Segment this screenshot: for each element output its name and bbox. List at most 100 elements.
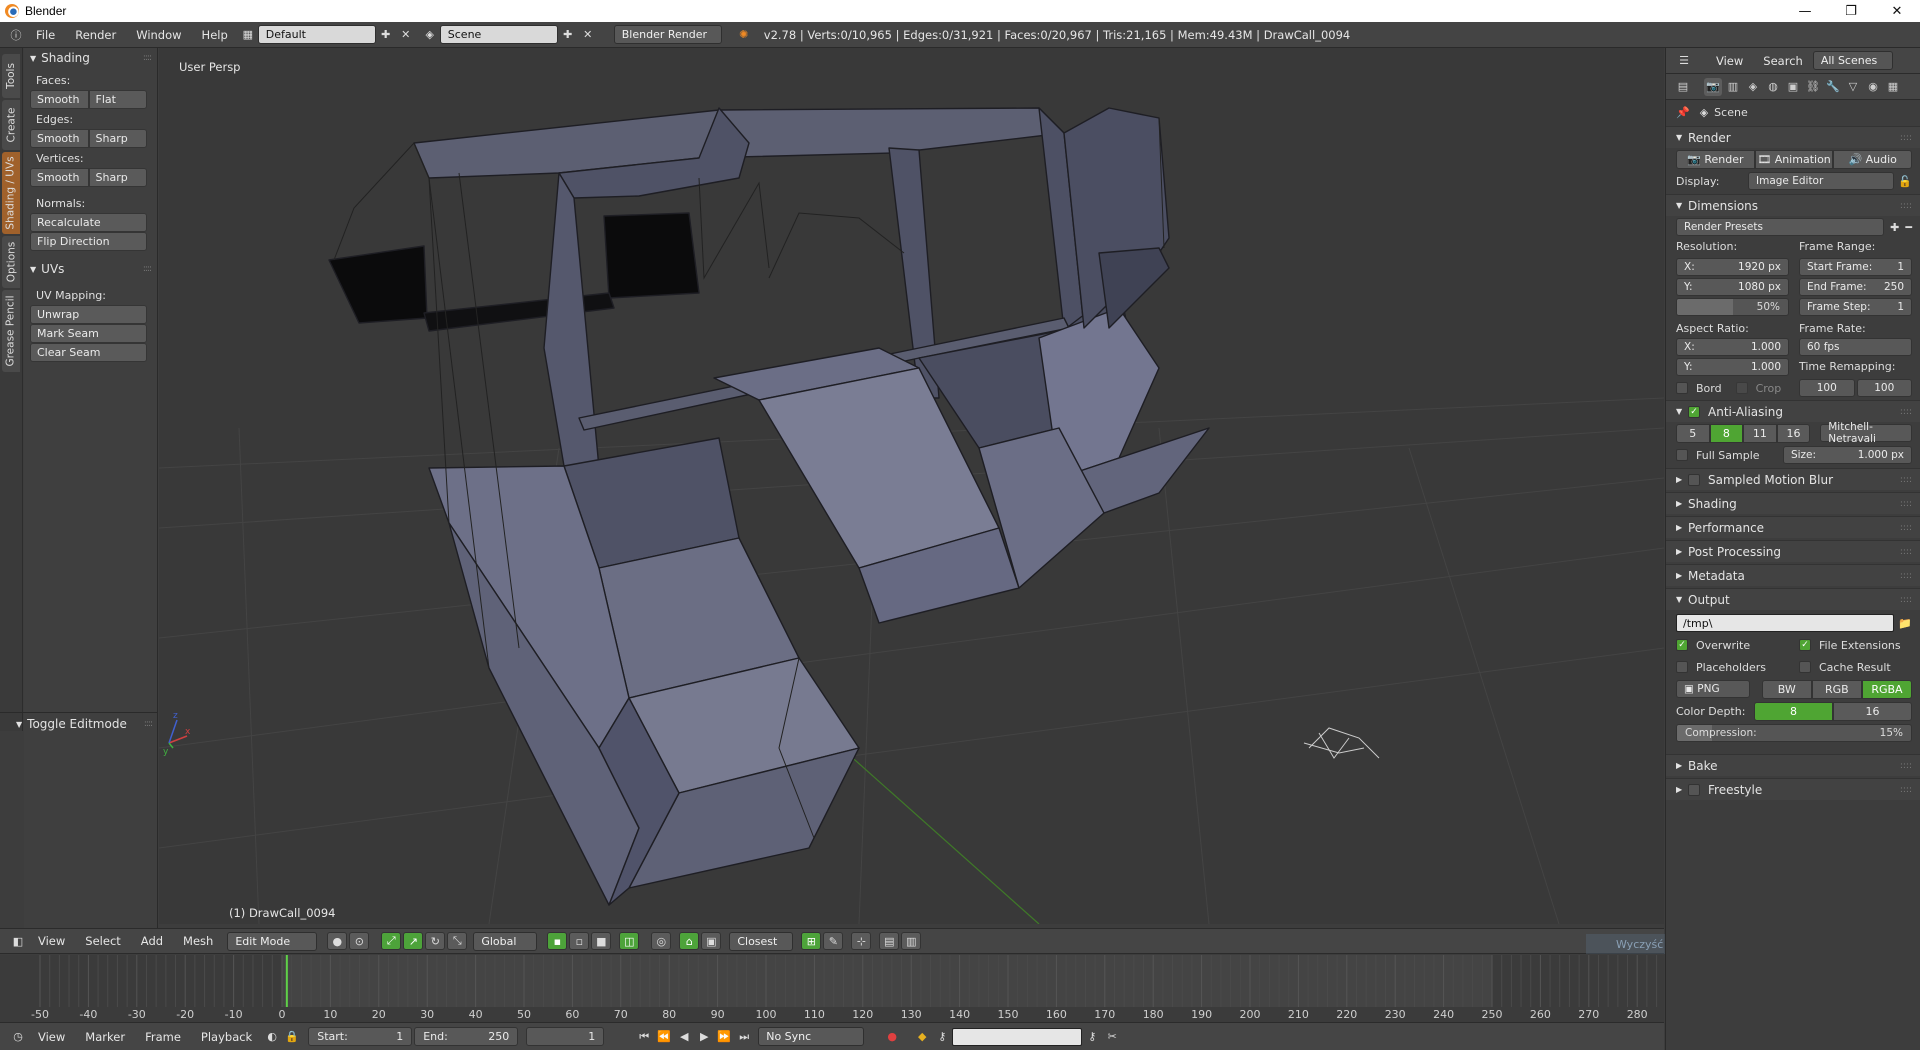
opengl-render-icon[interactable]: ▥: [901, 932, 922, 950]
shading-panel-header[interactable]: ▼ Shading ::::: [24, 48, 157, 68]
resolution-y-field[interactable]: Y: 1080 px: [1676, 278, 1789, 296]
color-rgb-button[interactable]: RGB: [1811, 679, 1862, 699]
menu-tl-view[interactable]: View: [28, 1030, 75, 1044]
keyframe-icon[interactable]: ◆: [912, 1027, 932, 1046]
resolution-percentage-slider[interactable]: 50%: [1676, 298, 1789, 316]
snap-align-icon[interactable]: ⊞: [801, 932, 822, 950]
aa-samples-16-button[interactable]: 16: [1776, 423, 1811, 443]
jump-keyframe-forward-icon[interactable]: ⏩: [714, 1027, 734, 1046]
manipulator-icon[interactable]: ⤢: [381, 932, 402, 950]
remap-new-field[interactable]: 100: [1856, 379, 1912, 397]
vertices-smooth-button[interactable]: Smooth: [30, 168, 89, 187]
motion-blur-checkbox[interactable]: [1688, 473, 1700, 486]
preview-range-icon[interactable]: ◐: [262, 1027, 282, 1046]
add-scene-icon[interactable]: ✚: [558, 25, 578, 44]
start-frame-field[interactable]: Start: 1: [308, 1027, 413, 1046]
performance-panel-header[interactable]: ▶ Performance ::::: [1666, 516, 1920, 538]
output-panel-header[interactable]: ▼ Output ::::: [1666, 588, 1920, 610]
menu-window[interactable]: Window: [126, 28, 191, 42]
end-frame-field[interactable]: End: 250: [414, 1027, 519, 1046]
file-format-select[interactable]: ▣ PNG: [1676, 680, 1750, 698]
end-frame-field[interactable]: End Frame: 250: [1799, 278, 1912, 296]
insert-keyframe-icon[interactable]: ⚷: [1082, 1027, 1102, 1046]
aa-samples-5-button[interactable]: 5: [1676, 423, 1710, 443]
orientation-select[interactable]: Global: [473, 931, 538, 951]
constraints-tab-icon[interactable]: ⛓: [1804, 78, 1822, 96]
pin-icon[interactable]: 📌: [1676, 106, 1690, 119]
world-tab-icon[interactable]: ◍: [1764, 78, 1782, 96]
output-path-field[interactable]: /tmp\: [1676, 614, 1895, 632]
bake-panel-header[interactable]: ▶ Bake ::::: [1666, 754, 1920, 776]
snap-target-select[interactable]: Closest: [729, 931, 794, 951]
freestyle-checkbox[interactable]: [1688, 783, 1700, 796]
color-depth-8-button[interactable]: 8: [1754, 701, 1833, 721]
menu-render[interactable]: Render: [65, 28, 126, 42]
3d-view-editor-icon[interactable]: ◧: [8, 932, 28, 951]
maximize-button[interactable]: ❐: [1828, 0, 1874, 22]
render-tab-icon[interactable]: 📷: [1704, 77, 1722, 96]
timeline-ruler[interactable]: -50 -40 -30 -20 -10 0 10 20 30 40 50 60 70 80 90 100 110…: [0, 955, 1664, 1022]
placeholders-checkbox[interactable]: [1676, 661, 1688, 673]
scene-icon[interactable]: ◈: [420, 25, 440, 44]
render-engine-select[interactable]: Blender Render: [613, 25, 722, 44]
border-checkbox[interactable]: [1676, 382, 1688, 394]
rotate-icon[interactable]: ↻: [425, 932, 446, 950]
snap-icon[interactable]: ⌂: [679, 932, 700, 950]
color-depth-16-button[interactable]: 16: [1833, 701, 1912, 721]
tab-tools[interactable]: Tools: [2, 54, 20, 98]
occlude-geometry-icon[interactable]: ◫: [619, 932, 640, 950]
color-rgba-button[interactable]: RGBA: [1861, 679, 1912, 699]
proportional-edit-icon[interactable]: ◎: [651, 932, 672, 950]
translate-icon[interactable]: ↗: [403, 932, 424, 950]
recalculate-button[interactable]: Recalculate: [30, 213, 147, 232]
aspect-x-field[interactable]: X: 1.000: [1676, 338, 1789, 356]
tab-create[interactable]: Create: [2, 100, 20, 150]
shading-panel-header[interactable]: ▶ Shading ::::: [1666, 492, 1920, 514]
drag-grip-icon[interactable]: ::::: [1900, 475, 1912, 485]
cache-result-checkbox[interactable]: [1799, 661, 1811, 673]
current-frame-field[interactable]: 1: [526, 1027, 605, 1046]
render-presets-select[interactable]: Render Presets: [1676, 218, 1885, 236]
scene-tab-icon[interactable]: ◈: [1744, 78, 1762, 96]
edges-smooth-button[interactable]: Smooth: [30, 129, 89, 148]
freestyle-panel-header[interactable]: ▶ Freestyle ::::: [1666, 778, 1920, 800]
dimensions-panel-header[interactable]: ▼ Dimensions ::::: [1666, 194, 1920, 216]
anti-aliasing-checkbox[interactable]: ✓: [1688, 405, 1700, 418]
drag-grip-icon[interactable]: ::::: [143, 264, 152, 274]
play-icon[interactable]: ▶: [694, 1027, 714, 1046]
properties-editor-icon[interactable]: ▤: [1674, 78, 1692, 96]
jump-start-icon[interactable]: ⏮: [634, 1027, 654, 1046]
drag-grip-icon[interactable]: ::::: [1900, 407, 1912, 417]
drag-grip-icon[interactable]: ::::: [1900, 761, 1912, 771]
layout-field[interactable]: Default: [257, 25, 376, 44]
object-tab-icon[interactable]: ▣: [1784, 78, 1802, 96]
tab-grease-pencil[interactable]: Grease Pencil: [2, 290, 20, 372]
add-layout-icon[interactable]: ✚: [376, 25, 396, 44]
outliner-editor-icon[interactable]: ☰: [1674, 51, 1694, 70]
menu-select[interactable]: Select: [75, 934, 130, 948]
aa-size-field[interactable]: Size: 1.000 px: [1782, 446, 1912, 464]
material-tab-icon[interactable]: ◉: [1864, 78, 1882, 96]
tab-shading-uvs[interactable]: Shading / UVs: [2, 152, 20, 234]
lamp-object[interactable]: [1303, 727, 1380, 759]
clear-seam-button[interactable]: Clear Seam: [30, 343, 147, 362]
render-panel-header[interactable]: ▼ Render ::::: [1666, 126, 1920, 148]
anti-aliasing-panel-header[interactable]: ▼ ✓ Anti-Aliasing ::::: [1666, 400, 1920, 422]
display-select[interactable]: Image Editor: [1748, 172, 1895, 190]
scale-icon[interactable]: ⤡: [447, 932, 468, 950]
compression-slider[interactable]: Compression: 15%: [1676, 724, 1912, 742]
drag-grip-icon[interactable]: ::::: [143, 53, 152, 63]
start-frame-field[interactable]: Start Frame: 1: [1799, 258, 1912, 276]
aa-filter-select[interactable]: Mitchell-Netravali: [1820, 421, 1912, 445]
faces-smooth-button[interactable]: Smooth: [30, 90, 89, 109]
drag-grip-icon[interactable]: ::::: [1900, 785, 1912, 795]
snap-element-icon[interactable]: ▣: [701, 932, 722, 950]
sync-mode-select[interactable]: No Sync: [758, 1027, 865, 1046]
menu-marker[interactable]: Marker: [75, 1030, 135, 1044]
screen-layout-icon[interactable]: ▦: [238, 25, 258, 44]
data-tab-icon[interactable]: ▽: [1844, 78, 1862, 96]
tab-options[interactable]: Options: [2, 236, 20, 288]
faces-flat-button[interactable]: Flat: [88, 90, 147, 109]
keying-set-field[interactable]: [952, 1027, 1083, 1046]
texture-tab-icon[interactable]: ▦: [1884, 78, 1902, 96]
